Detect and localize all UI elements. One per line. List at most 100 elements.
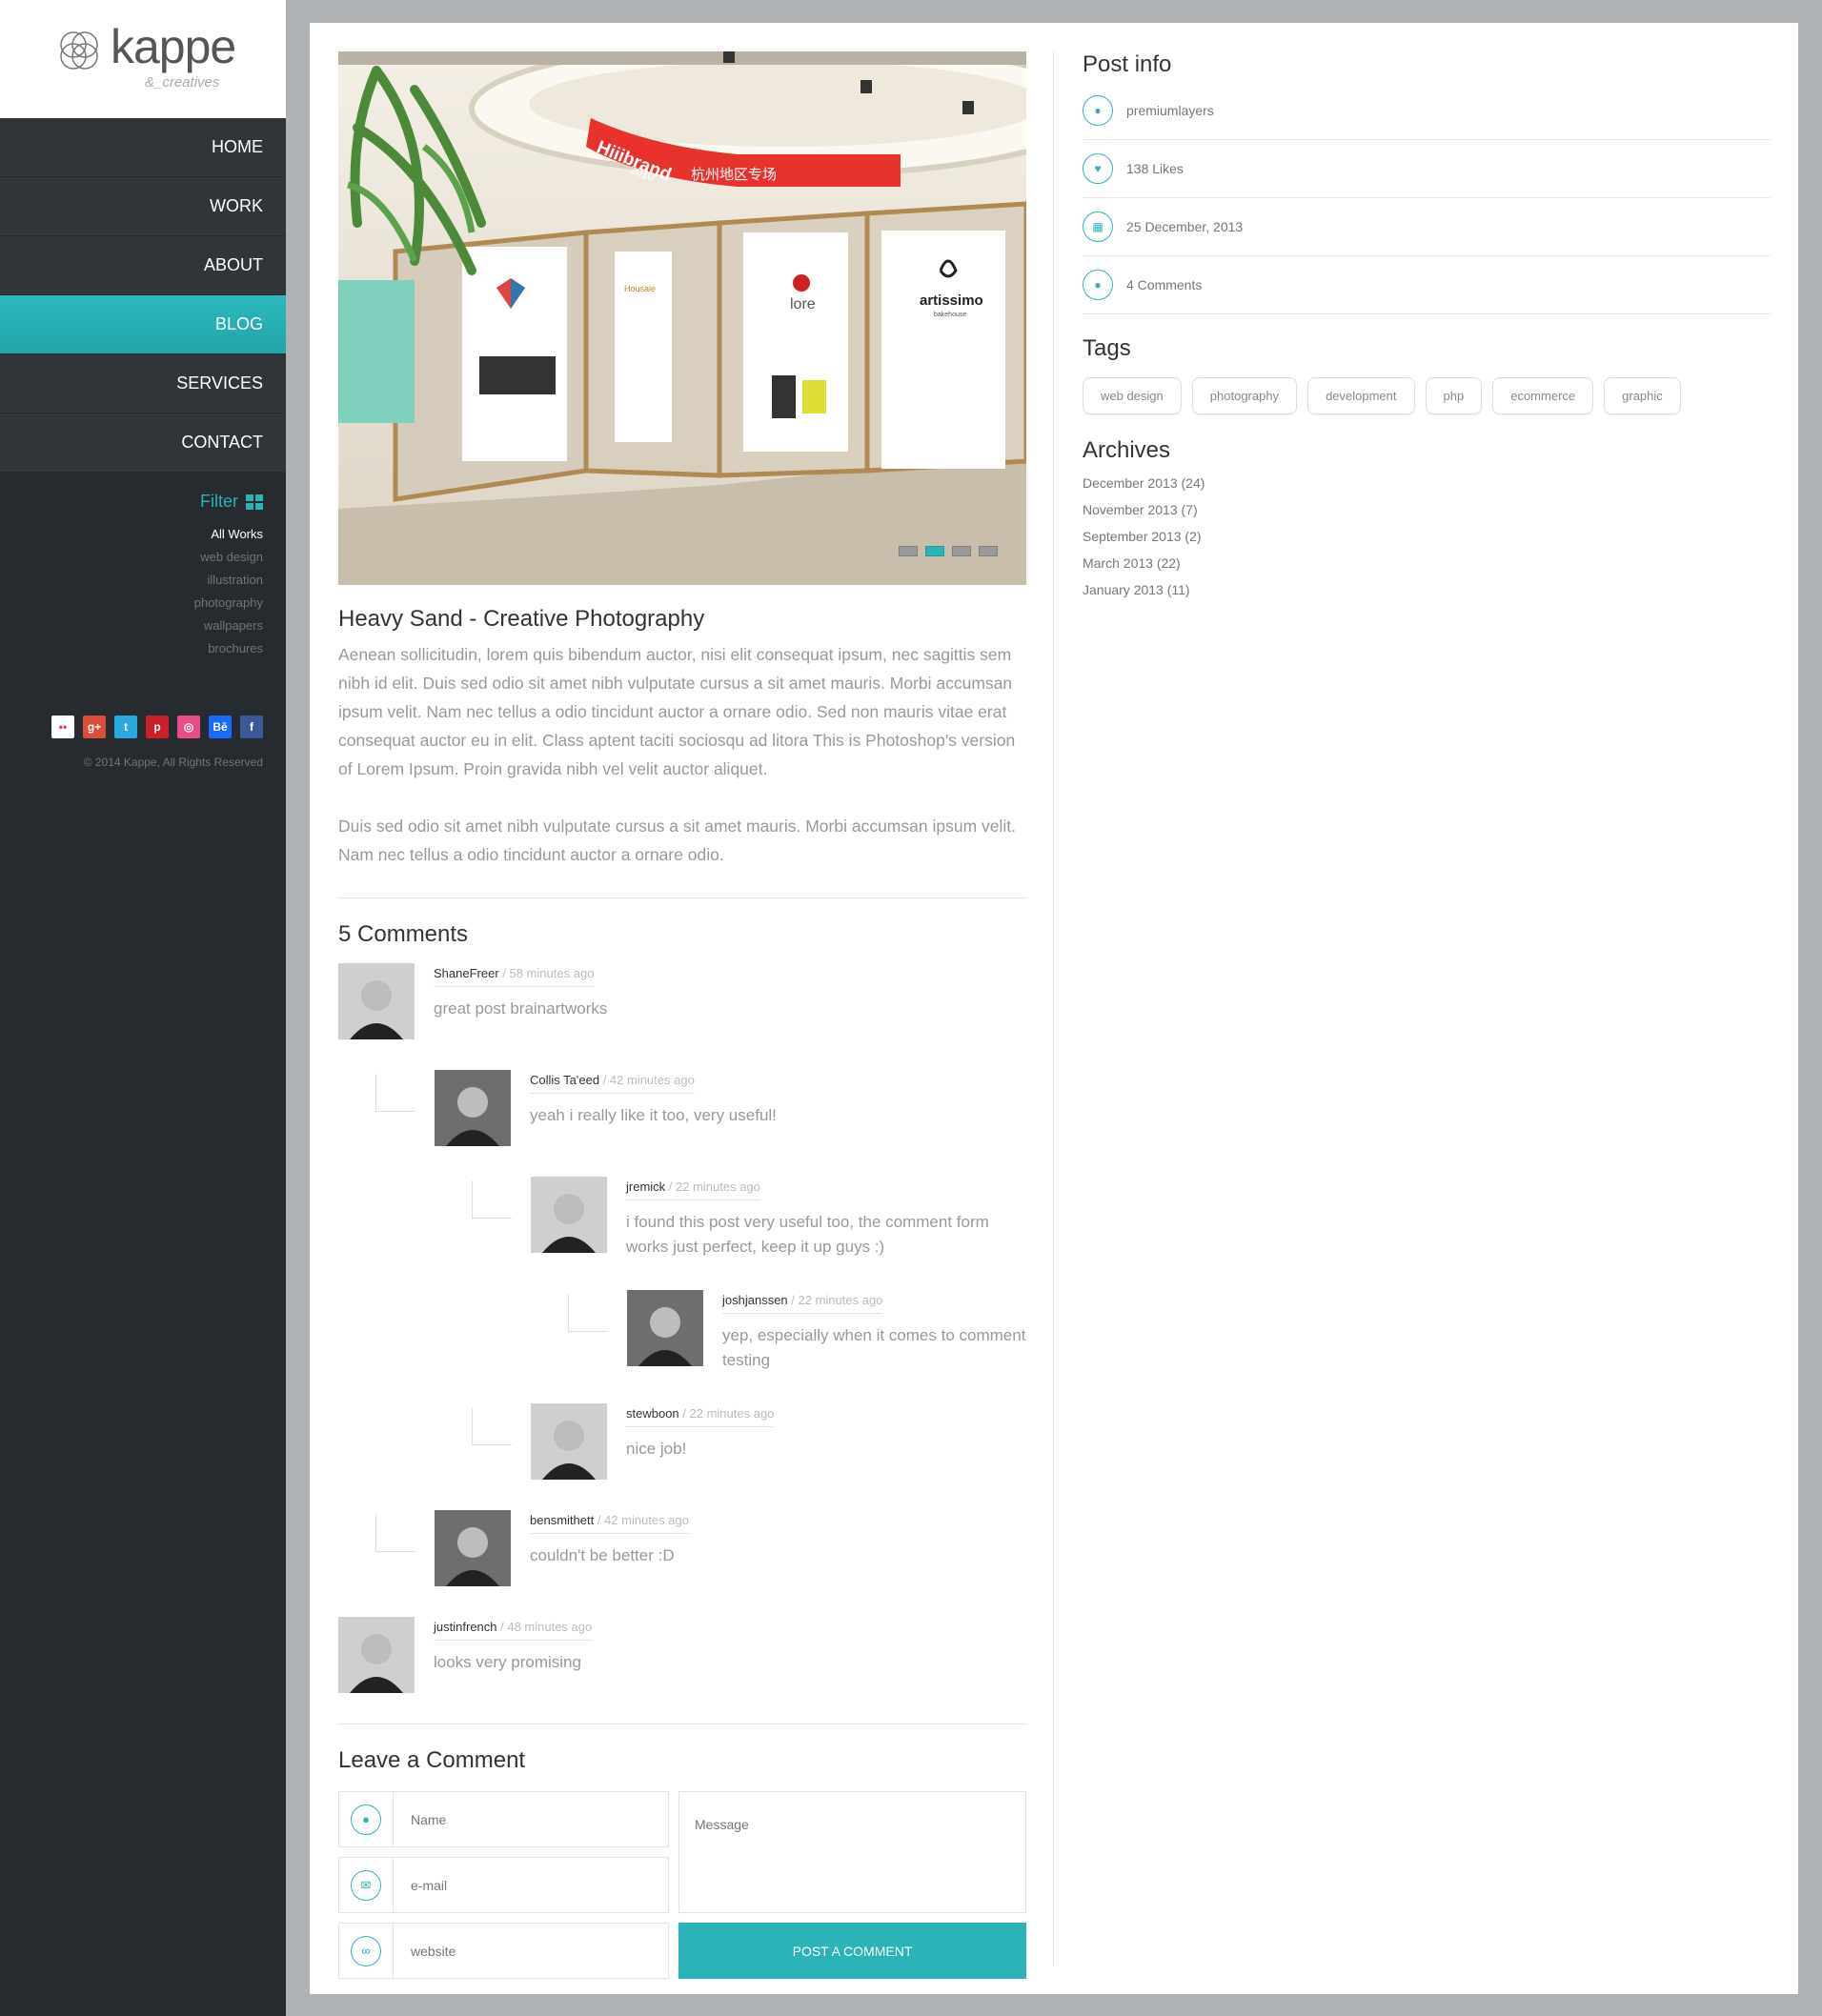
calendar-icon: ▦ <box>1083 212 1113 242</box>
name-input[interactable] <box>394 1811 660 1827</box>
slider-dot[interactable] <box>899 546 918 556</box>
post-author-name[interactable]: premiumlayers <box>1126 103 1214 118</box>
post-comments: ● 4 Comments <box>1083 256 1771 314</box>
comment: bensmithett / 42 minutes ago couldn't be … <box>375 1510 1026 1586</box>
gallery-photo: Hiiibrand 2010 杭州地区专场 Housale lore artis… <box>338 51 1026 585</box>
filter-label: Filter <box>200 492 238 511</box>
tag[interactable]: graphic <box>1604 377 1681 414</box>
dribbble-icon[interactable]: ◎ <box>177 716 200 738</box>
post-comments-count[interactable]: 4 Comments <box>1126 277 1202 292</box>
nav-item-services[interactable]: SERVICES <box>0 354 286 413</box>
comment: stewboon / 22 minutes ago nice job! <box>472 1403 1026 1480</box>
comment-meta: justinfrench / 48 minutes ago <box>434 1620 593 1641</box>
avatar[interactable] <box>338 1617 415 1693</box>
comment-text: yeah i really like it too, very useful! <box>530 1106 777 1124</box>
comment-author[interactable]: joshjanssen <box>722 1293 788 1307</box>
comment-meta: jremick / 22 minutes ago <box>626 1179 760 1200</box>
nav-item-blog[interactable]: BLOG <box>0 295 286 354</box>
archive-link[interactable]: September 2013 (2) <box>1083 523 1771 550</box>
comment-text: nice job! <box>626 1440 687 1458</box>
filter-item-photography[interactable]: photography <box>0 592 263 615</box>
slider-dot[interactable] <box>952 546 971 556</box>
email-input[interactable] <box>394 1877 660 1893</box>
user-icon: ● <box>351 1804 381 1835</box>
comment-meta: ShaneFreer / 58 minutes ago <box>434 966 595 987</box>
slider-dot[interactable] <box>925 546 944 556</box>
tag[interactable]: php <box>1425 377 1483 414</box>
archive-link[interactable]: December 2013 (24) <box>1083 470 1771 496</box>
reply-thread-line <box>472 1180 512 1219</box>
post-title: Heavy Sand - Creative Photography <box>338 606 705 632</box>
comment-author[interactable]: ShaneFreer <box>434 966 499 980</box>
comment: ShaneFreer / 58 minutes ago great post br… <box>338 963 1026 1039</box>
link-icon: ∞ <box>351 1935 381 1966</box>
avatar[interactable] <box>627 1290 703 1366</box>
comment-meta: Collis Ta'eed / 42 minutes ago <box>530 1073 695 1094</box>
archive-link[interactable]: January 2013 (11) <box>1083 576 1771 603</box>
email-field: ✉ <box>338 1857 669 1913</box>
archive-link[interactable]: March 2013 (22) <box>1083 550 1771 576</box>
nav-item-contact[interactable]: CONTACT <box>0 413 286 473</box>
google-plus-icon[interactable]: g+ <box>83 716 106 738</box>
filter-toggle[interactable]: Filter <box>0 492 263 512</box>
flickr-icon[interactable]: •• <box>51 716 74 738</box>
avatar[interactable] <box>435 1510 511 1586</box>
message-input[interactable] <box>678 1791 1026 1913</box>
filter-item-brochures[interactable]: brochures <box>0 637 263 660</box>
comment-author[interactable]: bensmithett <box>530 1513 594 1527</box>
post-info-title: Post info <box>1083 51 1172 77</box>
comment-time: / 58 minutes ago <box>502 966 595 980</box>
logo[interactable]: kappe &_creatives <box>0 0 286 118</box>
website-field: ∞ <box>338 1923 669 1979</box>
facebook-icon[interactable]: f <box>240 716 263 738</box>
tag[interactable]: photography <box>1191 377 1298 414</box>
behance-icon[interactable]: Bē <box>209 716 232 738</box>
filter-item-web-design[interactable]: web design <box>0 546 263 569</box>
twitter-icon[interactable]: t <box>114 716 137 738</box>
tag[interactable]: web design <box>1083 377 1182 414</box>
post-author: ● premiumlayers <box>1083 82 1771 140</box>
comment-time: / 42 minutes ago <box>602 1073 695 1087</box>
comment-time: / 22 minutes ago <box>682 1406 775 1421</box>
grid-icon <box>246 494 263 510</box>
filter-item-wallpapers[interactable]: wallpapers <box>0 615 263 637</box>
avatar[interactable] <box>531 1177 607 1253</box>
banner-title-cn: 杭州地区专场 <box>691 166 777 183</box>
comment-text: yep, especially when it comes to comment… <box>722 1326 1026 1369</box>
tag[interactable]: ecommerce <box>1492 377 1594 414</box>
nav-item-about[interactable]: ABOUT <box>0 236 286 295</box>
comment: justinfrench / 48 minutes ago looks very … <box>338 1617 1026 1693</box>
post-comment-button[interactable]: POST A COMMENT <box>678 1923 1026 1979</box>
comment-author[interactable]: jremick <box>626 1179 665 1194</box>
slider-dot[interactable] <box>979 546 998 556</box>
filter-item-illustration[interactable]: illustration <box>0 569 263 592</box>
social-links: •• g+ t p ◎ Bē f <box>0 716 286 738</box>
post-likes-count: 138 Likes <box>1126 161 1184 176</box>
comments-title: 5 Comments <box>338 921 469 947</box>
website-input[interactable] <box>394 1943 660 1959</box>
comment: joshjanssen / 22 minutes ago yep, especia… <box>568 1290 1026 1373</box>
leave-comment-title: Leave a Comment <box>338 1747 526 1773</box>
user-icon: ● <box>1083 95 1113 126</box>
pinterest-icon[interactable]: p <box>146 716 169 738</box>
heart-icon[interactable]: ♥ <box>1083 153 1113 184</box>
avatar[interactable] <box>435 1070 511 1146</box>
avatar[interactable] <box>338 963 415 1039</box>
post-paragraph: Aenean sollicitudin, lorem quis bibendum… <box>338 645 1016 778</box>
avatar[interactable] <box>531 1403 607 1480</box>
filter-item-all-works[interactable]: All Works <box>0 523 263 546</box>
main-nav: HOME WORK ABOUT BLOG SERVICES CONTACT <box>0 118 286 473</box>
archive-link[interactable]: November 2013 (7) <box>1083 496 1771 523</box>
poster-artissimo-sub: bakehouse <box>934 312 966 318</box>
comment-author[interactable]: justinfrench <box>434 1620 496 1634</box>
nav-item-home[interactable]: HOME <box>0 118 286 177</box>
nav-item-work[interactable]: WORK <box>0 177 286 236</box>
comment-meta: bensmithett / 42 minutes ago <box>530 1513 689 1534</box>
tag[interactable]: development <box>1307 377 1415 414</box>
poster-lore-text: lore <box>790 296 816 312</box>
comment-author[interactable]: stewboon <box>626 1406 679 1421</box>
post-image-slider[interactable]: Hiiibrand 2010 杭州地区专场 Housale lore artis… <box>338 51 1026 585</box>
logo-mark-icon <box>60 31 98 70</box>
comment-author[interactable]: Collis Ta'eed <box>530 1073 599 1087</box>
post-sidebar: Post info ● premiumlayers ♥ 138 Likes ▦ … <box>1083 51 1771 603</box>
